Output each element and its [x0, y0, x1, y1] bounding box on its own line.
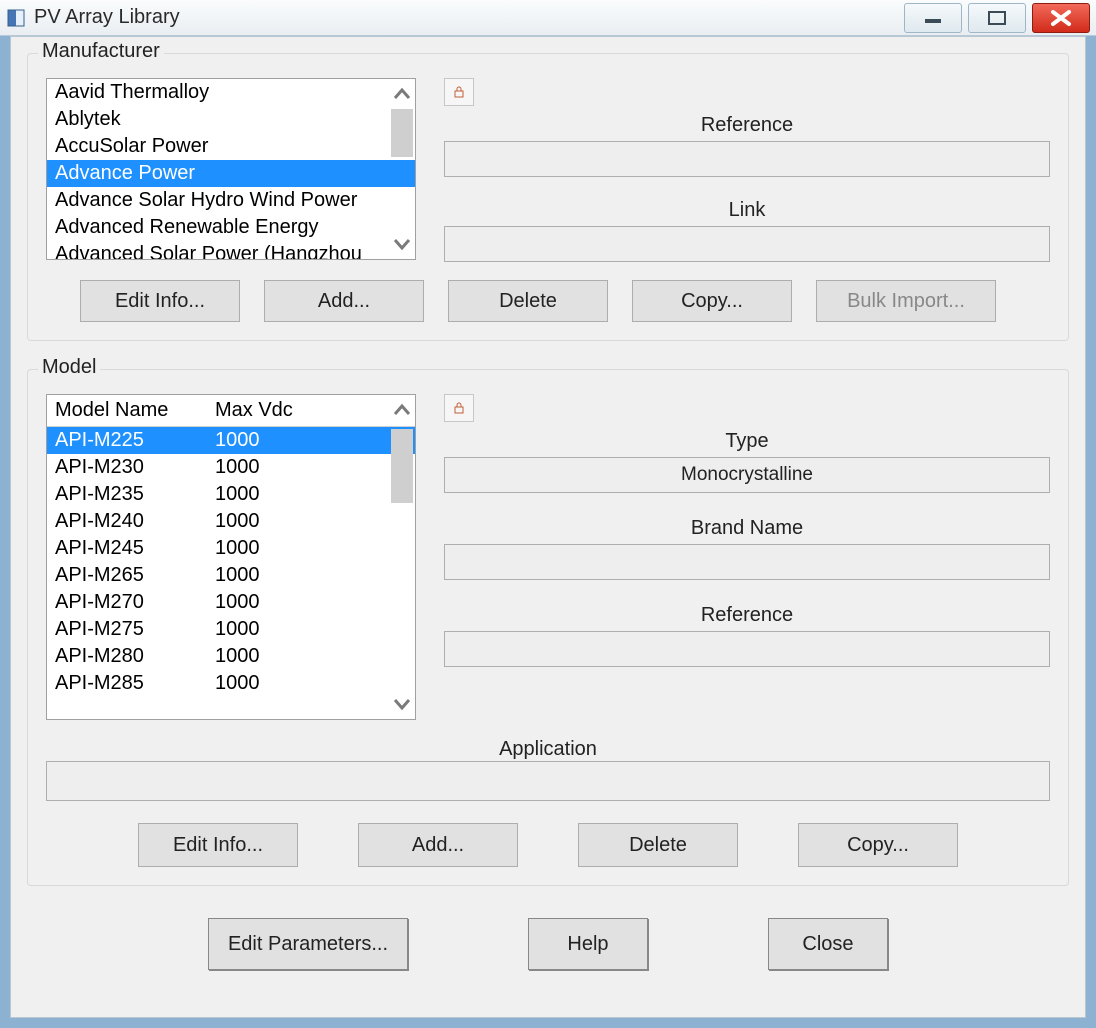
link-label: Link — [729, 199, 766, 222]
footer-buttons: Edit Parameters... Help Close — [27, 918, 1069, 970]
model-edit-info-button[interactable]: Edit Info... — [138, 823, 298, 867]
add-button[interactable]: Add... — [264, 280, 424, 322]
model-group: Model Model Name Max Vdc — [27, 369, 1069, 886]
model-add-button[interactable]: Add... — [358, 823, 518, 867]
edit-parameters-button[interactable]: Edit Parameters... — [208, 918, 408, 970]
scrollbar-thumb[interactable] — [391, 429, 413, 503]
maximize-button[interactable] — [968, 3, 1026, 33]
cell-name: API-M230 — [55, 454, 215, 481]
scroll-up-icon[interactable] — [393, 401, 411, 419]
type-field[interactable]: Monocrystalline — [444, 457, 1050, 493]
app-icon — [6, 8, 26, 28]
manufacturer-legend: Manufacturer — [38, 40, 164, 63]
list-item[interactable]: Advanced Solar Power (Hangzhou — [47, 241, 415, 260]
table-row[interactable]: API-M2651000 — [47, 562, 415, 589]
cell-name: API-M270 — [55, 589, 215, 616]
cell-name: API-M225 — [55, 427, 215, 454]
application-field[interactable] — [46, 761, 1050, 801]
model-copy-button[interactable]: Copy... — [798, 823, 958, 867]
cell-maxvdc: 1000 — [215, 589, 407, 616]
scroll-down-icon[interactable] — [393, 235, 411, 253]
copy-button[interactable]: Copy... — [632, 280, 792, 322]
titlebar: PV Array Library — [0, 0, 1096, 36]
table-row[interactable]: API-M2751000 — [47, 616, 415, 643]
cell-maxvdc: 1000 — [215, 643, 407, 670]
help-button[interactable]: Help — [528, 918, 648, 970]
type-label: Type — [725, 430, 768, 453]
window-title: PV Array Library — [34, 6, 180, 29]
column-maxvdc-header: Max Vdc — [215, 399, 407, 422]
application-label: Application — [499, 738, 597, 761]
lock-button[interactable] — [444, 394, 474, 422]
minimize-button[interactable] — [904, 3, 962, 33]
cell-maxvdc: 1000 — [215, 535, 407, 562]
column-name-header: Model Name — [55, 399, 215, 422]
cell-maxvdc: 1000 — [215, 670, 407, 697]
table-row[interactable]: API-M2701000 — [47, 589, 415, 616]
cell-maxvdc: 1000 — [215, 454, 407, 481]
table-row[interactable]: API-M2351000 — [47, 481, 415, 508]
table-row[interactable]: API-M2251000 — [47, 427, 415, 454]
brand-label: Brand Name — [691, 517, 803, 540]
table-row[interactable]: API-M2851000 — [47, 670, 415, 697]
cell-name: API-M280 — [55, 643, 215, 670]
model-list-header: Model Name Max Vdc — [47, 395, 415, 427]
model-legend: Model — [38, 356, 100, 379]
table-row[interactable]: API-M2401000 — [47, 508, 415, 535]
edit-info-button[interactable]: Edit Info... — [80, 280, 240, 322]
cell-name: API-M275 — [55, 616, 215, 643]
close-window-button[interactable] — [1032, 3, 1090, 33]
window: PV Array Library Manufacturer — [0, 0, 1096, 1028]
lock-button[interactable] — [444, 78, 474, 106]
table-row[interactable]: API-M2451000 — [47, 535, 415, 562]
cell-maxvdc: 1000 — [215, 508, 407, 535]
cell-name: API-M240 — [55, 508, 215, 535]
manufacturer-listbox[interactable]: Aavid ThermalloyAblytekAccuSolar PowerAd… — [46, 78, 416, 260]
cell-name: API-M245 — [55, 535, 215, 562]
client-area: Manufacturer Aavid ThermalloyAblytekAccu… — [10, 36, 1086, 1018]
cell-maxvdc: 1000 — [215, 562, 407, 589]
cell-name: API-M285 — [55, 670, 215, 697]
brand-field[interactable] — [444, 544, 1050, 580]
scroll-down-icon[interactable] — [393, 695, 411, 713]
scrollbar-thumb[interactable] — [391, 109, 413, 157]
close-button[interactable]: Close — [768, 918, 888, 970]
cell-maxvdc: 1000 — [215, 616, 407, 643]
list-item[interactable]: Aavid Thermalloy — [47, 79, 415, 106]
list-item[interactable]: Ablytek — [47, 106, 415, 133]
list-item[interactable]: Advance Solar Hydro Wind Power — [47, 187, 415, 214]
list-item[interactable]: AccuSolar Power — [47, 133, 415, 160]
list-item[interactable]: Advanced Renewable Energy — [47, 214, 415, 241]
reference-field[interactable] — [444, 141, 1050, 177]
manufacturer-group: Manufacturer Aavid ThermalloyAblytekAccu… — [27, 53, 1069, 341]
model-reference-label: Reference — [701, 604, 793, 627]
link-field[interactable] — [444, 226, 1050, 262]
cell-name: API-M235 — [55, 481, 215, 508]
window-controls — [904, 3, 1090, 33]
delete-button[interactable]: Delete — [448, 280, 608, 322]
model-reference-field[interactable] — [444, 631, 1050, 667]
cell-name: API-M265 — [55, 562, 215, 589]
scroll-up-icon[interactable] — [393, 85, 411, 103]
table-row[interactable]: API-M2301000 — [47, 454, 415, 481]
reference-label: Reference — [701, 114, 793, 137]
table-row[interactable]: API-M2801000 — [47, 643, 415, 670]
cell-maxvdc: 1000 — [215, 427, 407, 454]
list-item[interactable]: Advance Power — [47, 160, 415, 187]
cell-maxvdc: 1000 — [215, 481, 407, 508]
model-listbox[interactable]: Model Name Max Vdc API-M2251000API-M2301… — [46, 394, 416, 720]
bulk-import-button[interactable]: Bulk Import... — [816, 280, 996, 322]
model-delete-button[interactable]: Delete — [578, 823, 738, 867]
